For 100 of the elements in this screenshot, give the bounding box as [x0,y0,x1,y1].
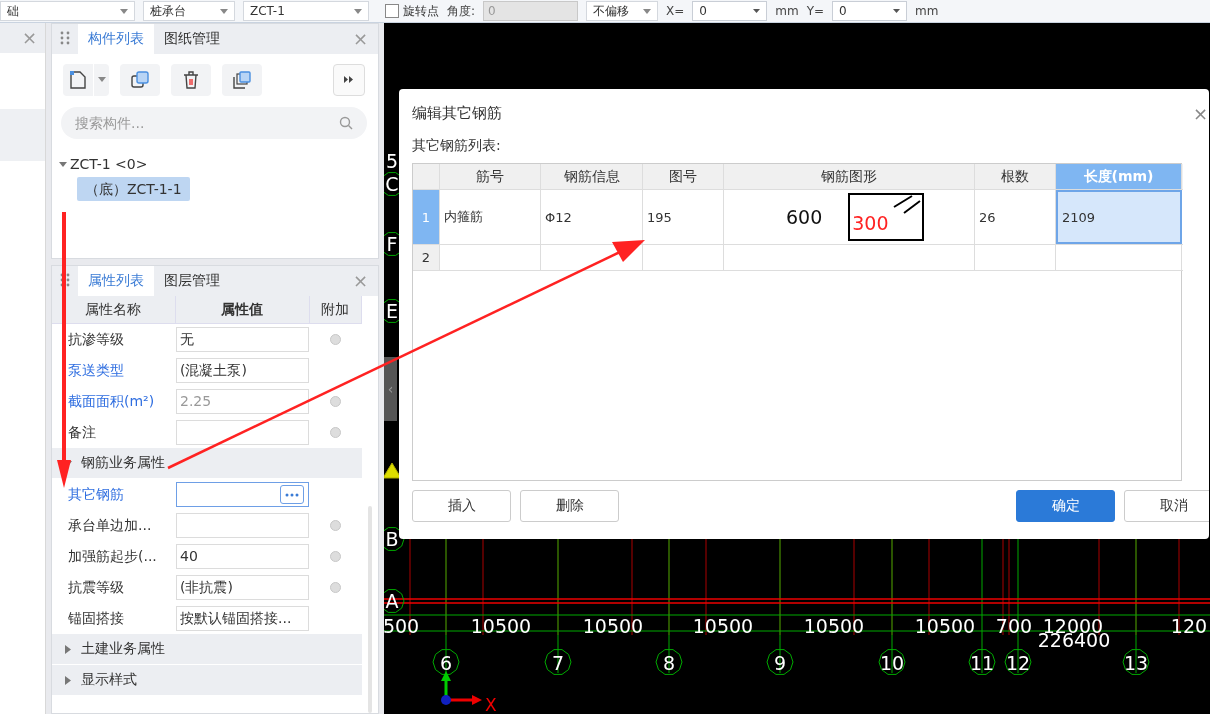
property-name: 其它钢筋 [67,485,125,504]
spin-field[interactable]: 0 [692,1,768,21]
dimension-label: 10500 [470,615,532,637]
dialog-button[interactable]: 确定 [1016,490,1115,522]
axis-bubble: 11 [968,649,996,675]
tab[interactable]: 图层管理 [154,266,230,296]
toolbar-label: mm [915,4,939,18]
axis-bubble: 12 [1004,649,1032,675]
list-label: 其它钢筋列表: [412,137,502,155]
checkbox[interactable]: 旋转点 [385,2,439,20]
property-name: 泵送类型 [67,361,125,380]
tree-item[interactable]: （底）ZCT-1-1 [77,177,190,201]
axis-bubble: 6 [432,649,460,675]
caret-icon [643,8,652,14]
more-icon[interactable] [280,485,304,504]
property-name: 加强筋起步(... [67,547,158,566]
radio-button[interactable] [329,582,341,593]
close-button[interactable]: × [1192,102,1208,124]
radio-button[interactable] [329,396,341,407]
property-name: 备注 [67,423,97,442]
value-field[interactable]: 40 [176,544,309,569]
column-header[interactable]: 钢筋图形 [724,164,975,189]
property-name: 承台单边加... [67,516,153,535]
column-header: 属性名称 [52,296,176,323]
dimension-label: 120 [1170,615,1208,637]
new-file-icon[interactable] [63,63,93,96]
toolbar-label: Y= [806,4,825,18]
expand-icon[interactable] [333,63,365,96]
table-cell[interactable]: 内箍筋 [440,190,541,244]
caret-icon[interactable] [94,63,109,96]
caret-icon [753,9,761,13]
toolbar-label: X= [666,4,685,18]
dimension-label: 500 [384,615,420,637]
radio-button[interactable] [329,551,341,562]
radio-button[interactable] [329,520,341,531]
axis-bubble: 7 [544,649,572,675]
value-field[interactable] [176,482,309,507]
dimension-label: 10500 [803,615,865,637]
column-header[interactable]: 钢筋信息 [541,164,643,189]
property-group[interactable]: 土建业务属性 [52,634,362,664]
axis-bubble: 8 [655,649,683,675]
warning-icon [384,462,402,479]
tab[interactable]: 构件列表 [78,24,154,54]
shape-dimension: 300 [852,212,889,234]
dialog-button[interactable]: 插入 [412,490,511,522]
value-field[interactable]: 按默认锚固搭接... [176,606,309,631]
column-header[interactable]: 筋号 [440,164,541,189]
caret-icon [120,8,128,14]
property-name: 抗震等级 [67,578,125,597]
toolbar-label: 角度: [447,2,476,20]
dropdown[interactable]: ZCT-1 [243,1,369,21]
property-name: 抗渗等级 [67,330,125,349]
shape-dimension: 600 [786,206,823,228]
search-icon [339,116,353,130]
table-cell[interactable]: 2109 [1056,190,1182,244]
value-field[interactable]: (非抗震) [176,575,309,600]
caret-icon [354,8,362,14]
axis-label: 5 [386,150,399,172]
dropdown[interactable]: 础 [0,1,135,21]
axis-bubble: 10 [878,649,906,675]
copy-icon[interactable] [222,63,262,96]
caret-icon [893,9,901,13]
radio-button[interactable] [329,334,341,345]
toolbar-label: mm [775,4,799,18]
tab[interactable]: 属性列表 [78,266,154,296]
row-header[interactable]: 2 [413,245,440,270]
dimension-label: 10500 [692,615,754,637]
property-name: 锚固搭接 [67,609,125,628]
axis-bubble: 9 [766,649,794,675]
property-group[interactable]: 钢筋业务属性 [52,448,362,478]
table-cell[interactable]: 195 [643,190,724,244]
axis-gizmo-icon [441,671,482,705]
axis-bubble: 13 [1122,649,1150,675]
dimension-label: 10500 [582,615,644,637]
value-field[interactable]: 无 [176,327,309,352]
dialog-button[interactable]: 删除 [520,490,619,522]
dialog-button[interactable]: 取消 [1124,490,1209,522]
property-group[interactable]: 显示样式 [52,665,362,695]
caret-icon[interactable] [59,160,67,168]
column-header[interactable]: 图号 [643,164,724,189]
search-field[interactable]: 搜索构件... [61,107,367,139]
axis-bubble: B [384,527,405,551]
tab[interactable]: 图纸管理 [154,24,230,54]
column-header: 属性值 [175,296,310,323]
radio-button[interactable] [329,427,341,438]
value-field[interactable]: (混凝土泵) [176,358,309,383]
drag-handle-icon[interactable] [60,31,70,47]
spin-field[interactable]: 0 [832,1,908,21]
axis-label: X [485,695,497,714]
property-name: 截面面积(m²) [67,392,156,411]
caret-icon [220,8,228,14]
copy-icon[interactable] [120,63,160,96]
dimension-label: 700 [995,615,1033,637]
trash-icon[interactable] [171,63,211,96]
column-header: 附加 [309,296,362,323]
dropdown[interactable]: 桩承台 [143,1,235,21]
drag-handle-icon[interactable] [60,273,70,289]
tree-item[interactable]: ZCT-1 <0> [70,156,148,172]
dialog-title: 编辑其它钢筋 [412,103,502,123]
dropdown[interactable]: 不偏移 [586,1,659,21]
